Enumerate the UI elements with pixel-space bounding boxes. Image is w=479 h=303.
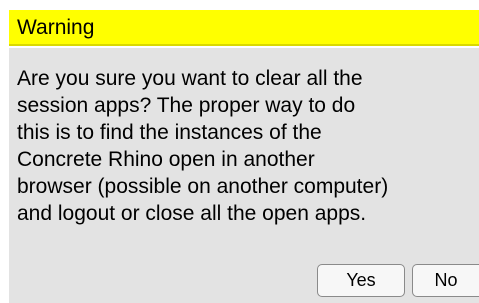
- no-button[interactable]: No: [412, 264, 479, 297]
- dialog-title: Warning: [17, 15, 95, 39]
- yes-button[interactable]: Yes: [317, 264, 405, 297]
- dialog-titlebar[interactable]: Warning: [9, 10, 479, 46]
- warning-dialog: Warning Are you sure you want to clear a…: [0, 0, 479, 303]
- dialog-body: Are you sure you want to clear all the s…: [9, 48, 479, 303]
- dialog-message: Are you sure you want to clear all the s…: [17, 67, 389, 225]
